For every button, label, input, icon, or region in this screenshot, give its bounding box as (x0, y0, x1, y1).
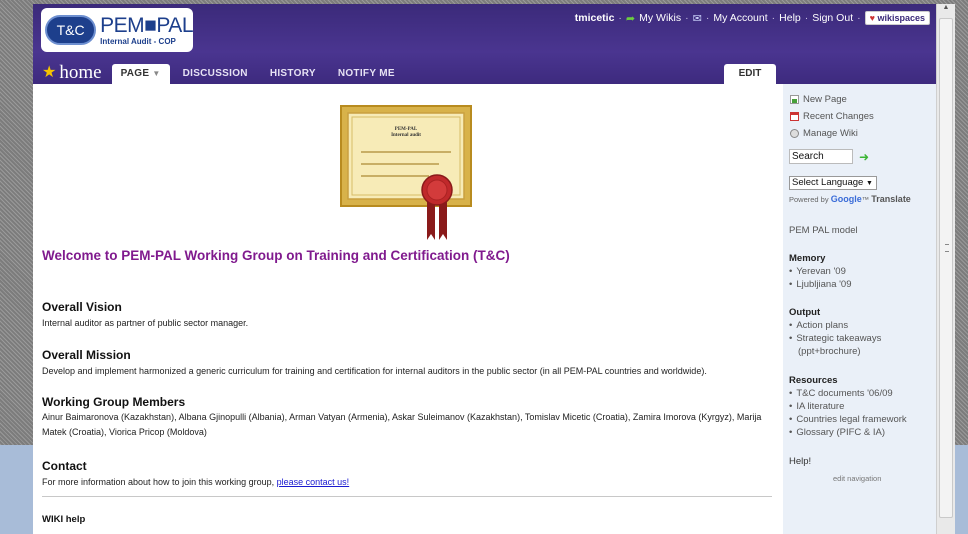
site-logo[interactable]: T&C PEM■PAL Internal Audit - COP (41, 8, 193, 52)
edit-navigation-link[interactable]: edit navigation (833, 474, 881, 483)
vision-text: Internal auditor as partner of public se… (42, 318, 249, 328)
scrollbar-grip-icon (945, 244, 949, 252)
resource-item-tc-documents[interactable]: T&C documents '06/09 (789, 387, 929, 400)
sign-out-link[interactable]: Sign Out (812, 12, 853, 24)
contact-heading: Contact (42, 459, 87, 473)
resource-item-glossary[interactable]: Glossary (PIFC & IA) (789, 426, 929, 439)
divider (42, 496, 772, 497)
members-heading: Working Group Members (42, 395, 186, 409)
page-title: ★ home (42, 62, 102, 84)
mission-heading: Overall Mission (42, 348, 131, 362)
header-bar: T&C PEM■PAL Internal Audit - COP tmiceti… (33, 4, 936, 84)
memory-heading: Memory (789, 253, 826, 264)
language-select[interactable]: Select Language ▼ (789, 176, 877, 190)
recent-changes-link[interactable]: Recent Changes (790, 111, 874, 122)
chevron-down-icon: ▼ (152, 69, 161, 78)
my-account-link[interactable]: My Account (713, 12, 767, 24)
certificate-image: PEM-PAL Internal audit (340, 105, 472, 240)
contact-link[interactable]: please contact us! (277, 477, 350, 487)
logo-subtitle: Internal Audit - COP (100, 36, 176, 46)
gear-icon (790, 129, 799, 138)
user-navigation: tmicetic · ➦ My Wikis · ✉ · My Account ·… (575, 11, 930, 25)
search-go-icon[interactable]: ➜ (859, 150, 869, 164)
vertical-scrollbar[interactable]: ▲ (936, 4, 955, 534)
certificate-line2: Internal audit (391, 133, 421, 138)
mail-icon[interactable]: ✉ (693, 12, 702, 25)
sidebar: New Page Recent Changes Manage Wiki Sear… (783, 84, 936, 534)
chevron-down-icon: ▼ (865, 180, 873, 187)
logo-title: PEM■PAL (100, 13, 193, 37)
help-link-sidebar[interactable]: Help! (789, 456, 811, 467)
new-page-icon (790, 95, 799, 104)
resource-item-ia-literature[interactable]: IA literature (789, 400, 929, 413)
output-heading: Output (789, 307, 821, 318)
output-item-action-plans[interactable]: Action plans (789, 319, 929, 332)
pem-pal-model-link[interactable]: PEM PAL model (789, 225, 858, 236)
main-content: PEM-PAL Internal audit Welcome to PEM-PA… (33, 84, 783, 534)
certificate-line1: PEM-PAL (395, 127, 418, 132)
output-item-ppt-brochure[interactable]: (ppt+brochure) (789, 345, 929, 358)
wiki-help-heading: WIKI help (42, 514, 86, 525)
logo-badge: T&C (45, 15, 97, 45)
calendar-icon (790, 112, 799, 121)
memory-item-yerevan[interactable]: Yerevan '09 (789, 265, 929, 278)
my-wikis-icon: ➦ (625, 12, 636, 25)
scrollbar-thumb[interactable] (939, 18, 953, 518)
wiki-page: T&C PEM■PAL Internal Audit - COP tmiceti… (33, 4, 936, 534)
help-link[interactable]: Help (779, 12, 801, 24)
resources-heading: Resources (789, 375, 838, 386)
welcome-heading: Welcome to PEM-PAL Working Group on Trai… (42, 248, 510, 263)
google-logo: Google (830, 194, 862, 204)
translate-label: Translate (871, 194, 911, 204)
my-wikis-link[interactable]: My Wikis (639, 12, 681, 24)
memory-item-ljubljiana[interactable]: Ljubljiana '09 (789, 278, 929, 291)
manage-wiki-link[interactable]: Manage Wiki (790, 128, 858, 139)
tab-history[interactable]: HISTORY (261, 64, 325, 84)
wikispaces-badge[interactable]: ♥ wikispaces (864, 11, 930, 25)
resource-item-legal-framework[interactable]: Countries legal framework (789, 413, 929, 426)
edit-button[interactable]: EDIT (724, 64, 776, 84)
desktop-edge-left (0, 445, 33, 534)
tab-discussion[interactable]: DISCUSSION (174, 64, 257, 84)
username-link[interactable]: tmicetic (575, 12, 615, 24)
new-page-link[interactable]: New Page (790, 94, 847, 105)
scroll-up-icon[interactable]: ▲ (937, 4, 955, 16)
tab-notify-me[interactable]: NOTIFY ME (329, 64, 404, 84)
search-input[interactable]: Search (789, 149, 853, 164)
star-icon[interactable]: ★ (42, 62, 56, 84)
powered-by-google: Powered by Google™ Translate (789, 194, 911, 204)
output-item-strategic-takeaways[interactable]: Strategic takeaways (789, 332, 929, 345)
members-text: Ainur Baimaronova (Kazakhstan), Albana G… (42, 412, 762, 437)
contact-text: For more information about how to join t… (42, 477, 350, 487)
desktop-edge-right (955, 445, 968, 534)
wikispaces-icon: ♥ (869, 13, 875, 23)
page-tab-row: ★ home PAGE ▼ DISCUSSION HISTORY NOTIFY M… (33, 60, 936, 84)
mission-text: Develop and implement harmonized a gener… (42, 366, 707, 376)
tab-page[interactable]: PAGE ▼ (111, 64, 170, 84)
vision-heading: Overall Vision (42, 300, 122, 314)
